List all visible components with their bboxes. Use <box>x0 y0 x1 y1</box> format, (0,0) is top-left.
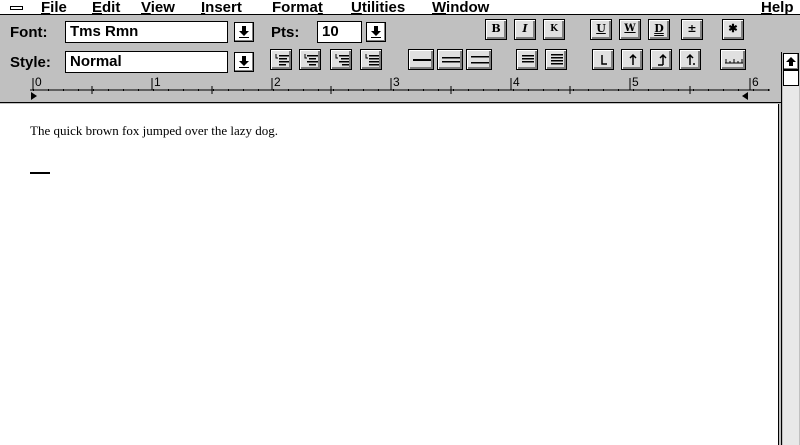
ruler-scale <box>30 78 770 100</box>
right-tab-button[interactable] <box>650 49 672 70</box>
show-all-button[interactable]: ✱ <box>722 19 744 40</box>
align-left-button[interactable] <box>270 49 292 70</box>
ruler-number: 1 <box>154 75 161 89</box>
scroll-track[interactable] <box>783 86 799 445</box>
align-left-icon <box>275 54 289 66</box>
menu-utilities[interactable]: Utilities <box>351 0 405 16</box>
style-field[interactable]: Normal <box>65 51 228 73</box>
justify-button[interactable] <box>360 49 382 70</box>
one-half-space-icon <box>442 57 460 63</box>
menu-edit[interactable]: Edit <box>92 0 120 16</box>
style-label: Style: <box>10 54 51 71</box>
underline-button[interactable]: U <box>590 19 612 40</box>
pts-dropdown-button[interactable] <box>366 22 386 42</box>
superscript-button[interactable]: ± <box>681 19 703 40</box>
double-underline-button[interactable]: D <box>648 19 670 40</box>
control-menu-box[interactable] <box>4 1 28 14</box>
center-tab-button[interactable] <box>621 49 643 70</box>
center-tab-icon <box>629 53 637 65</box>
ruler[interactable]: 0 1 2 3 4 5 6 <box>0 75 782 103</box>
menu-bar: File Edit View Insert Format Utilities W… <box>0 0 800 16</box>
open-space-button[interactable] <box>516 49 538 70</box>
ruler-number: 3 <box>393 75 400 89</box>
vertical-scrollbar[interactable] <box>781 52 800 445</box>
down-arrow-icon <box>371 26 381 38</box>
ruler-number: 0 <box>35 75 42 89</box>
italic-button[interactable]: I <box>514 19 536 40</box>
decimal-tab-button[interactable] <box>679 49 701 70</box>
menu-format[interactable]: Format <box>272 0 323 16</box>
menu-help[interactable]: Help <box>761 0 794 16</box>
menu-insert[interactable]: Insert <box>201 0 242 16</box>
small-caps-button[interactable]: K <box>543 19 565 40</box>
left-tab-button[interactable] <box>592 49 614 70</box>
word-underline-button[interactable]: W <box>619 19 641 40</box>
style-dropdown-button[interactable] <box>234 52 254 72</box>
align-right-icon <box>335 54 349 66</box>
font-label: Font: <box>10 24 48 41</box>
down-arrow-icon <box>239 26 249 38</box>
down-arrow-icon <box>239 56 249 68</box>
end-of-document-mark <box>30 172 50 174</box>
align-center-icon <box>304 54 318 66</box>
ruler-scale-button[interactable] <box>720 49 746 70</box>
align-right-button[interactable] <box>330 49 352 70</box>
up-arrow-icon <box>786 57 796 66</box>
font-dropdown-button[interactable] <box>234 22 254 42</box>
one-half-space-button[interactable] <box>437 49 463 70</box>
font-field[interactable]: Tms Rmn <box>65 21 228 43</box>
decimal-tab-icon <box>686 53 695 65</box>
close-space-button[interactable] <box>545 49 567 70</box>
menu-window[interactable]: Window <box>432 0 489 16</box>
ruler-number: 2 <box>274 75 281 89</box>
pts-label: Pts: <box>271 24 300 41</box>
right-tab-icon <box>658 53 667 66</box>
menu-file[interactable]: File <box>41 0 67 16</box>
ruler-number: 5 <box>632 75 639 89</box>
left-tab-icon <box>601 55 607 65</box>
menu-view[interactable]: View <box>141 0 175 16</box>
double-space-icon <box>471 56 489 64</box>
bold-button[interactable]: B <box>485 19 507 40</box>
document-area[interactable]: The quick brown fox jumped over the lazy… <box>0 104 779 445</box>
pts-field[interactable]: 10 <box>317 21 362 43</box>
ribbon: Font: Tms Rmn Pts: 10 B I K U W D ± ✱ St… <box>0 16 800 75</box>
double-space-button[interactable] <box>466 49 492 70</box>
scroll-up-button[interactable] <box>783 53 799 70</box>
scroll-thumb[interactable] <box>783 70 799 86</box>
close-space-icon <box>551 54 563 65</box>
align-center-button[interactable] <box>299 49 321 70</box>
open-space-icon <box>522 55 534 63</box>
single-space-button[interactable] <box>408 49 434 70</box>
single-space-icon <box>413 59 431 61</box>
ruler-number: 6 <box>752 75 759 89</box>
document-text[interactable]: The quick brown fox jumped over the lazy… <box>30 123 278 139</box>
ruler-icon <box>725 59 743 64</box>
ruler-number: 4 <box>513 75 520 89</box>
justify-icon <box>365 54 379 66</box>
